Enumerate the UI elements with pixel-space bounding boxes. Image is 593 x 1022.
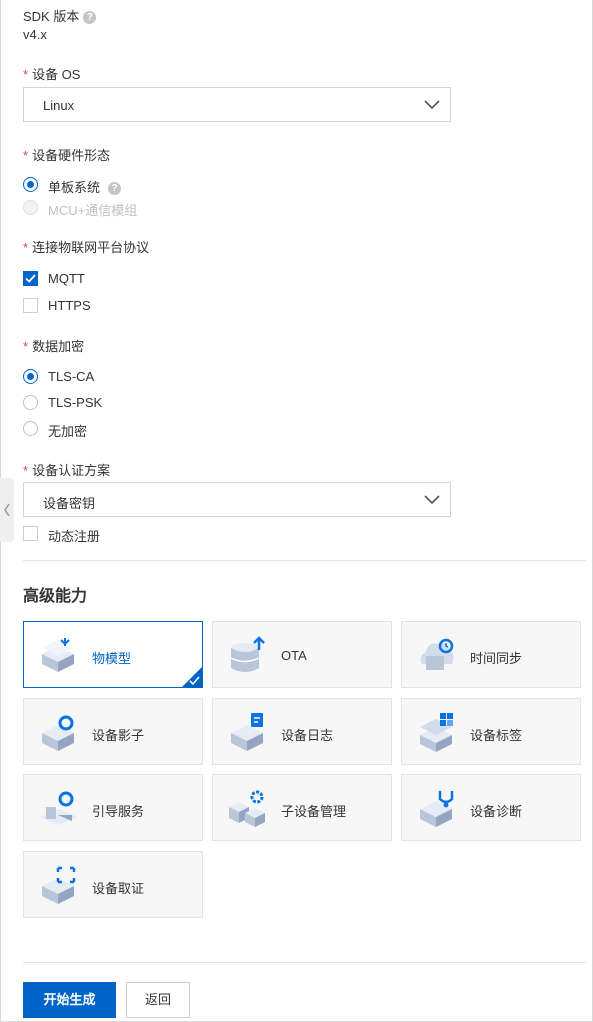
generate-button[interactable]: 开始生成 bbox=[23, 982, 116, 1018]
radio-mcu-module bbox=[23, 200, 38, 215]
protocol-label-text: 连接物联网平台协议 bbox=[32, 240, 150, 255]
ota-icon bbox=[230, 636, 265, 672]
os-select-value: Linux bbox=[43, 98, 75, 113]
checkbox-mqtt[interactable] bbox=[23, 271, 38, 286]
checkbox-mqtt-label: MQTT bbox=[48, 271, 85, 286]
card-device-evidence[interactable]: 设备取证 bbox=[23, 851, 203, 918]
card-device-diagnose-label: 设备诊断 bbox=[470, 804, 523, 819]
hardware-label: * 设备硬件形态 bbox=[23, 148, 111, 163]
radio-tls-psk[interactable] bbox=[23, 395, 38, 410]
card-ota[interactable]: OTA bbox=[212, 621, 392, 688]
radio-tls-ca-label: TLS-CA bbox=[48, 369, 95, 384]
radio-no-encryption[interactable] bbox=[23, 421, 38, 436]
device-diagnose-icon bbox=[420, 791, 454, 827]
card-device-shadow-label: 设备影子 bbox=[92, 728, 145, 743]
device-log-icon bbox=[231, 713, 263, 751]
card-device-shadow[interactable]: 设备影子 bbox=[23, 698, 203, 765]
card-device-log-label: 设备日志 bbox=[281, 728, 334, 743]
card-ota-label: OTA bbox=[281, 648, 307, 663]
device-evidence-icon bbox=[42, 866, 76, 904]
card-thing-model[interactable]: 物模型 bbox=[23, 621, 203, 688]
back-button[interactable]: 返回 bbox=[126, 982, 190, 1018]
collapse-panel-tab[interactable] bbox=[0, 478, 14, 542]
os-label-text: 设备 OS bbox=[32, 67, 81, 82]
chevron-left-icon bbox=[4, 503, 10, 517]
card-bootstrap-label: 引导服务 bbox=[92, 804, 145, 819]
chevron-down-icon bbox=[424, 495, 440, 505]
auth-label-text: 设备认证方案 bbox=[32, 463, 111, 478]
card-sub-device[interactable]: 子设备管理 bbox=[212, 774, 392, 841]
device-tag-icon bbox=[420, 713, 453, 752]
bootstrap-icon bbox=[40, 791, 78, 825]
chevron-down-icon bbox=[424, 100, 440, 110]
auth-select[interactable]: 设备密钥 bbox=[23, 482, 451, 517]
card-device-tag-label: 设备标签 bbox=[470, 728, 523, 743]
card-device-diagnose[interactable]: 设备诊断 bbox=[401, 774, 581, 841]
sdk-version-label-text: SDK 版本 bbox=[23, 9, 80, 24]
radio-tls-psk-label: TLS-PSK bbox=[48, 395, 103, 410]
thing-model-icon bbox=[42, 638, 74, 672]
device-shadow-icon bbox=[42, 715, 74, 751]
help-icon[interactable]: ? bbox=[108, 182, 122, 195]
checkbox-https-label: HTTPS bbox=[48, 298, 91, 313]
divider bbox=[23, 560, 586, 561]
encryption-label: * 数据加密 bbox=[23, 339, 85, 354]
radio-no-encryption-label: 无加密 bbox=[48, 424, 88, 439]
card-device-tag[interactable]: 设备标签 bbox=[401, 698, 581, 765]
protocol-label: * 连接物联网平台协议 bbox=[23, 240, 150, 255]
radio-mcu-module-label: MCU+通信模组 bbox=[48, 203, 138, 218]
sdk-version-value: v4.x bbox=[23, 27, 47, 42]
check-icon bbox=[25, 274, 36, 283]
auth-label: * 设备认证方案 bbox=[23, 463, 111, 478]
advanced-title: 高级能力 bbox=[23, 588, 88, 605]
card-device-log[interactable]: 设备日志 bbox=[212, 698, 392, 765]
help-icon[interactable]: ? bbox=[83, 11, 97, 24]
auth-select-value: 设备密钥 bbox=[43, 496, 96, 511]
checkbox-dynamic-register[interactable] bbox=[23, 526, 38, 541]
card-sub-device-label: 子设备管理 bbox=[281, 804, 347, 819]
card-bootstrap[interactable]: 引导服务 bbox=[23, 774, 203, 841]
radio-single-board[interactable] bbox=[23, 177, 38, 192]
os-label: * 设备 OS bbox=[23, 67, 81, 82]
divider bbox=[23, 962, 586, 963]
time-sync-icon bbox=[420, 638, 454, 670]
selected-corner-check-icon bbox=[181, 666, 203, 688]
card-time-sync-label: 时间同步 bbox=[470, 651, 523, 666]
checkbox-dynamic-register-label: 动态注册 bbox=[48, 529, 101, 544]
encryption-label-text: 数据加密 bbox=[32, 339, 85, 354]
card-device-evidence-label: 设备取证 bbox=[92, 881, 145, 896]
card-time-sync[interactable]: 时间同步 bbox=[401, 621, 581, 688]
card-thing-model-label: 物模型 bbox=[92, 651, 132, 666]
sdk-version-label: SDK 版本? bbox=[23, 6, 97, 25]
checkbox-https[interactable] bbox=[23, 298, 38, 313]
radio-single-board-text: 单板系统 bbox=[48, 180, 101, 195]
radio-tls-ca[interactable] bbox=[23, 369, 38, 384]
radio-single-board-label: 单板系统? bbox=[48, 177, 122, 196]
hardware-label-text: 设备硬件形态 bbox=[32, 148, 111, 163]
os-select[interactable]: Linux bbox=[23, 87, 451, 122]
sub-device-icon bbox=[229, 790, 265, 827]
